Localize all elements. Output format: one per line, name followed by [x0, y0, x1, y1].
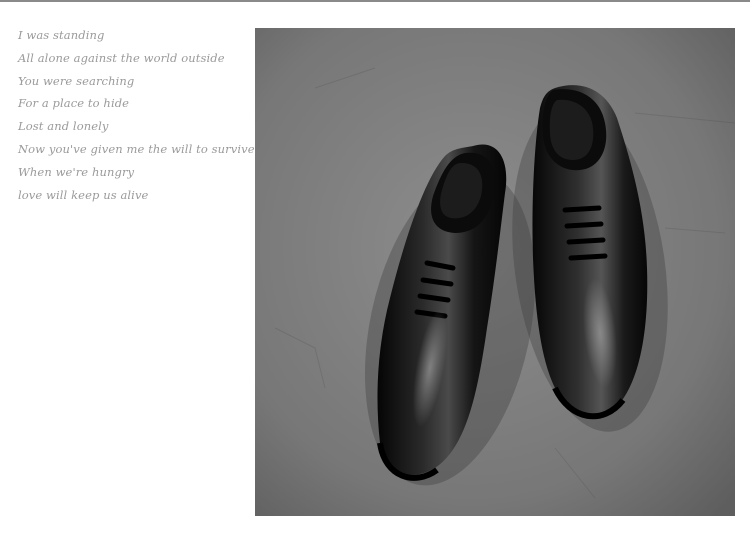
poem-text: I was standing All alone against the wor…	[18, 24, 255, 206]
poem-line: For a place to hide	[18, 96, 130, 111]
shoes-illustration	[255, 28, 735, 516]
poem-line: All alone against the world outside	[18, 50, 225, 65]
product-photo	[255, 28, 735, 516]
poem-line: Now you've given me the will to survive	[18, 141, 255, 156]
poem-line: Lost and lonely	[18, 119, 109, 134]
poem-line: You were searching	[18, 73, 135, 88]
poem-line: love will keep us alive	[18, 187, 149, 202]
top-divider	[0, 0, 750, 2]
poem-line: I was standing	[18, 28, 105, 42]
poem-line: When we're hungry	[18, 164, 135, 179]
